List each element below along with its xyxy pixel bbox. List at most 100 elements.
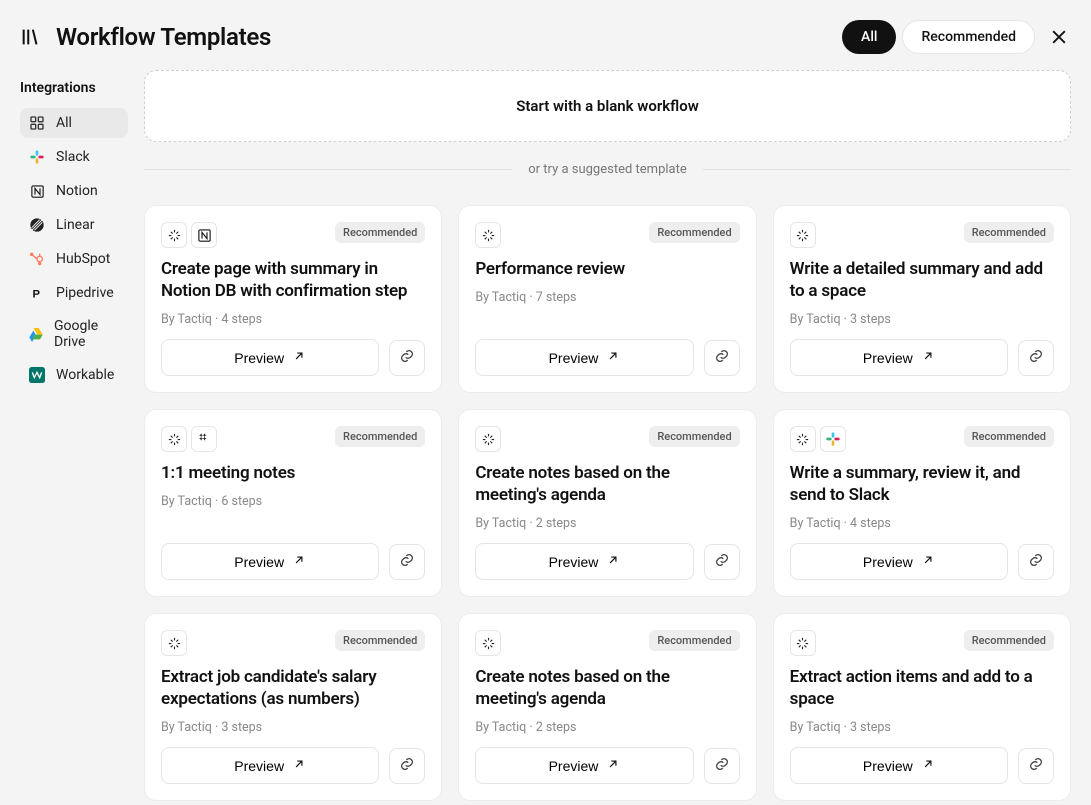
link-icon xyxy=(399,348,415,368)
template-card: Recommended Performance review By Tactiq… xyxy=(458,205,756,393)
gdrive-icon xyxy=(28,325,44,343)
header-left: Workflow Templates xyxy=(20,23,271,51)
sidebar-item-notion[interactable]: Notion xyxy=(20,176,128,206)
sparkle-icon xyxy=(161,630,187,656)
preview-button[interactable]: Preview xyxy=(161,339,379,376)
copy-link-button[interactable] xyxy=(1018,748,1054,784)
card-actions: Preview xyxy=(790,543,1054,580)
template-card: Recommended Extract job candidate's sala… xyxy=(144,613,442,801)
card-title: Performance review xyxy=(475,258,739,280)
preview-button[interactable]: Preview xyxy=(475,747,693,784)
recommended-badge: Recommended xyxy=(964,222,1054,243)
arrow-up-right-icon xyxy=(921,349,935,366)
card-title: Extract job candidate's salary expectati… xyxy=(161,666,425,710)
copy-link-button[interactable] xyxy=(389,748,425,784)
card-icons xyxy=(790,426,846,452)
sidebar-item-label: Slack xyxy=(56,149,90,165)
arrow-up-right-icon xyxy=(606,553,620,570)
arrow-up-right-icon xyxy=(292,757,306,774)
tab-all[interactable]: All xyxy=(842,20,896,54)
card-icons xyxy=(161,630,187,656)
arrow-up-right-icon xyxy=(292,553,306,570)
card-title: Extract action items and add to a space xyxy=(790,666,1054,710)
template-card: Recommended Write a detailed summary and… xyxy=(773,205,1071,393)
tab-recommended[interactable]: Recommended xyxy=(902,20,1035,54)
copy-link-button[interactable] xyxy=(704,340,740,376)
link-icon xyxy=(1028,756,1044,776)
sidebar-item-workable[interactable]: Workable xyxy=(20,360,128,390)
card-meta: By Tactiq · 4 steps xyxy=(161,312,425,327)
sidebar-item-all[interactable]: All xyxy=(20,108,128,138)
card-actions: Preview xyxy=(161,543,425,580)
divider-text: or try a suggested template xyxy=(512,162,703,177)
pipedrive-icon: P xyxy=(28,284,46,302)
sparkle-icon xyxy=(161,426,187,452)
sidebar-item-pipedrive[interactable]: PPipedrive xyxy=(20,278,128,308)
sidebar-item-google-drive[interactable]: Google Drive xyxy=(20,312,128,356)
preview-button[interactable]: Preview xyxy=(161,543,379,580)
preview-label: Preview xyxy=(234,554,284,570)
recommended-badge: Recommended xyxy=(964,630,1054,651)
card-title: Create page with summary in Notion DB wi… xyxy=(161,258,425,302)
quad-icon xyxy=(191,426,217,452)
template-card: Recommended Extract action items and add… xyxy=(773,613,1071,801)
link-icon xyxy=(399,756,415,776)
card-header: Recommended xyxy=(161,630,425,656)
card-actions: Preview xyxy=(161,747,425,784)
copy-link-button[interactable] xyxy=(1018,544,1054,580)
preview-button[interactable]: Preview xyxy=(475,543,693,580)
copy-link-button[interactable] xyxy=(704,544,740,580)
sidebar: Integrations AllSlackNotionLinearHubSpot… xyxy=(0,70,140,805)
preview-button[interactable]: Preview xyxy=(475,339,693,376)
blank-workflow-button[interactable]: Start with a blank workflow xyxy=(144,70,1071,142)
slack-icon xyxy=(28,148,46,166)
preview-button[interactable]: Preview xyxy=(790,339,1008,376)
card-icons xyxy=(475,222,501,248)
card-header: Recommended xyxy=(475,222,739,248)
template-card: Recommended Create notes based on the me… xyxy=(458,409,756,597)
card-title: 1:1 meeting notes xyxy=(161,462,425,484)
template-card: Recommended Create page with summary in … xyxy=(144,205,442,393)
copy-link-button[interactable] xyxy=(1018,340,1054,376)
arrow-up-right-icon xyxy=(606,757,620,774)
card-actions: Preview xyxy=(475,747,739,784)
sidebar-item-linear[interactable]: Linear xyxy=(20,210,128,240)
card-header: Recommended xyxy=(161,222,425,248)
card-meta: By Tactiq · 7 steps xyxy=(475,290,739,305)
view-toggle: All Recommended xyxy=(842,20,1035,54)
preview-button[interactable]: Preview xyxy=(790,543,1008,580)
page-title: Workflow Templates xyxy=(56,23,271,51)
hubspot-icon xyxy=(28,250,46,268)
card-header: Recommended xyxy=(475,426,739,452)
card-header: Recommended xyxy=(790,426,1054,452)
preview-label: Preview xyxy=(549,554,599,570)
sidebar-item-label: Workable xyxy=(56,367,114,383)
arrow-up-right-icon xyxy=(606,349,620,366)
recommended-badge: Recommended xyxy=(335,222,425,243)
preview-label: Preview xyxy=(549,758,599,774)
copy-link-button[interactable] xyxy=(704,748,740,784)
recommended-badge: Recommended xyxy=(335,630,425,651)
sidebar-item-slack[interactable]: Slack xyxy=(20,142,128,172)
link-icon xyxy=(1028,348,1044,368)
preview-label: Preview xyxy=(863,554,913,570)
card-title: Write a summary, review it, and send to … xyxy=(790,462,1054,506)
card-actions: Preview xyxy=(475,339,739,376)
preview-button[interactable]: Preview xyxy=(161,747,379,784)
preview-label: Preview xyxy=(863,350,913,366)
copy-link-button[interactable] xyxy=(389,340,425,376)
sparkle-icon xyxy=(475,630,501,656)
card-icons xyxy=(790,630,816,656)
card-title: Create notes based on the meeting's agen… xyxy=(475,666,739,710)
preview-label: Preview xyxy=(863,758,913,774)
sidebar-item-label: All xyxy=(56,115,72,131)
card-meta: By Tactiq · 4 steps xyxy=(790,516,1054,531)
sparkle-icon xyxy=(475,222,501,248)
close-button[interactable] xyxy=(1047,25,1071,49)
preview-label: Preview xyxy=(549,350,599,366)
sidebar-item-hubspot[interactable]: HubSpot xyxy=(20,244,128,274)
preview-button[interactable]: Preview xyxy=(790,747,1008,784)
library-icon xyxy=(20,25,44,49)
card-actions: Preview xyxy=(161,339,425,376)
copy-link-button[interactable] xyxy=(389,544,425,580)
